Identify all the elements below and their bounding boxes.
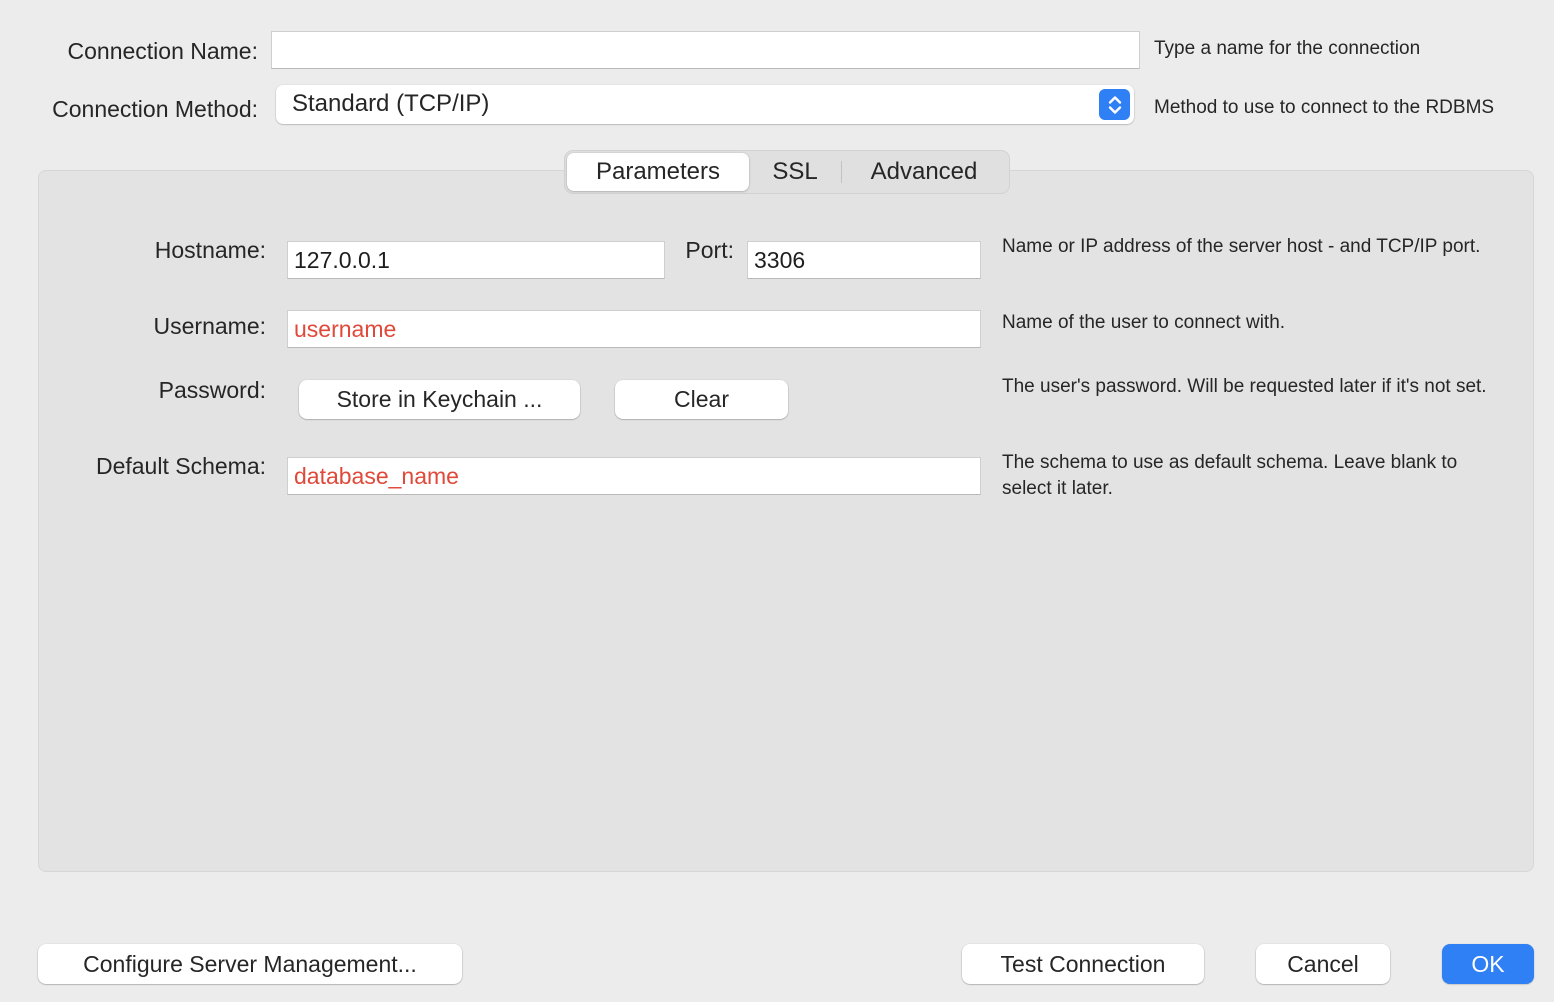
tab-bar: Parameters SSL Advanced [564,150,1010,194]
username-input[interactable]: username [287,310,981,348]
connection-name-label: Connection Name: [67,38,259,64]
default-schema-input[interactable]: database_name [287,457,981,495]
connection-name-input[interactable] [271,31,1140,69]
default-schema-label: Default Schema: [95,453,266,479]
connection-method-select[interactable]: Standard (TCP/IP) [276,85,1134,124]
hostname-help: Name or IP address of the server host - … [1002,236,1481,257]
username-label: Username: [153,313,266,339]
port-input[interactable]: 3306 [747,241,981,279]
clear-password-button[interactable]: Clear [615,380,788,419]
default-schema-help: The schema to use as default schema. Lea… [1002,452,1458,499]
password-label: Password: [158,377,266,403]
connection-name-help: Type a name for the connection [1154,38,1421,59]
connection-method-value: Standard (TCP/IP) [292,90,490,117]
hostname-label: Hostname: [154,237,266,263]
store-in-keychain-button[interactable]: Store in Keychain ... [299,380,580,419]
port-label: Port: [685,237,734,263]
password-help: The user's password. Will be requested l… [1002,376,1487,397]
cancel-button[interactable]: Cancel [1256,944,1390,984]
hostname-input[interactable]: 127.0.0.1 [287,241,665,279]
connection-method-help: Method to use to connect to the RDBMS [1154,97,1495,118]
connection-method-label: Connection Method: [52,96,258,122]
ok-button[interactable]: OK [1442,944,1534,984]
up-down-chevron-icon[interactable] [1099,89,1130,120]
test-connection-button[interactable]: Test Connection [962,944,1204,984]
tab-ssl[interactable]: SSL [749,153,841,191]
configure-server-management-button[interactable]: Configure Server Management... [38,944,462,984]
username-help: Name of the user to connect with. [1002,312,1286,333]
tab-advanced[interactable]: Advanced [842,153,1006,191]
tab-parameters[interactable]: Parameters [567,153,749,191]
